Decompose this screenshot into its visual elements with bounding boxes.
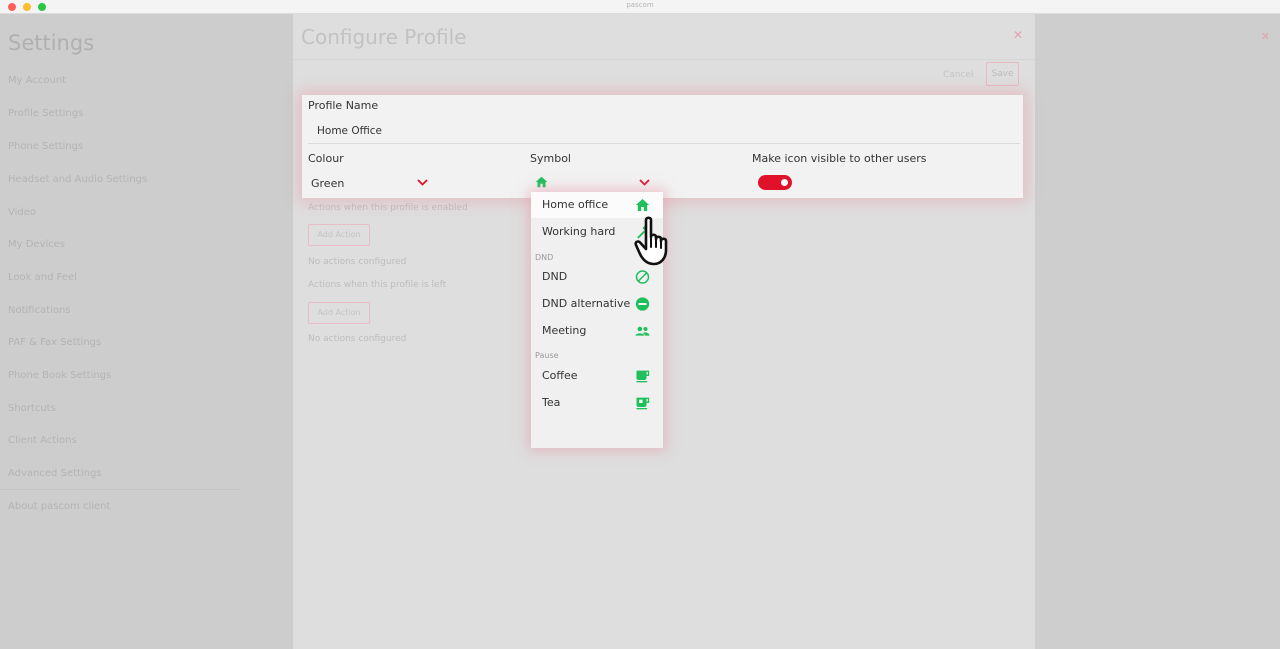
symbol-option-coffee[interactable]: Coffee bbox=[531, 363, 663, 389]
sidebar-item-phone-settings[interactable]: Phone Settings bbox=[8, 141, 83, 152]
colour-chevron-down-icon[interactable] bbox=[416, 178, 429, 187]
symbol-option-meeting[interactable]: Meeting bbox=[531, 318, 663, 344]
no-actions-enabled-text: No actions configured bbox=[308, 257, 407, 267]
settings-sidebar: Settings My Account Profile Settings Pho… bbox=[0, 14, 293, 649]
add-action-enabled-button[interactable]: Add Action bbox=[308, 224, 370, 246]
actions-enabled-label: Actions when this profile is enabled bbox=[308, 203, 468, 213]
cancel-button[interactable]: Cancel bbox=[943, 70, 974, 80]
window-title: pascom bbox=[626, 1, 654, 9]
tea-cup-icon bbox=[636, 397, 650, 410]
profile-name-label: Profile Name bbox=[308, 99, 379, 112]
home-icon bbox=[635, 199, 650, 211]
symbol-option-dnd-alternative[interactable]: DND alternative bbox=[531, 291, 663, 317]
minus-circle-icon bbox=[635, 297, 650, 311]
sidebar-item-my-account[interactable]: My Account bbox=[8, 75, 66, 86]
sidebar-item-about[interactable]: About pascom client bbox=[8, 501, 110, 512]
sidebar-item-headset-audio[interactable]: Headset and Audio Settings bbox=[8, 174, 147, 185]
sidebar-item-advanced[interactable]: Advanced Settings bbox=[8, 468, 102, 479]
sidebar-item-paf-fax[interactable]: PAF & Fax Settings bbox=[8, 337, 101, 348]
home-icon[interactable] bbox=[534, 175, 549, 189]
sidebar-item-phone-book[interactable]: Phone Book Settings bbox=[8, 370, 111, 381]
sidebar-item-profile-settings[interactable]: Profile Settings bbox=[8, 108, 83, 119]
window-titlebar: pascom bbox=[0, 0, 1280, 14]
profile-name-underline bbox=[308, 143, 1020, 144]
dialog-close-icon[interactable]: ✕ bbox=[1013, 28, 1023, 42]
sidebar-item-client-actions[interactable]: Client Actions bbox=[8, 435, 77, 446]
actions-left-label: Actions when this profile is left bbox=[308, 280, 447, 290]
colour-label: Colour bbox=[308, 152, 344, 165]
colour-select[interactable]: Green bbox=[311, 177, 344, 190]
background-panel: ✕ bbox=[1035, 14, 1280, 649]
sidebar-item-shortcuts[interactable]: Shortcuts bbox=[8, 403, 56, 414]
no-actions-left-text: No actions configured bbox=[308, 334, 407, 344]
profile-form-card: Profile Name Home Office Colour Green Sy… bbox=[302, 95, 1023, 198]
sidebar-item-video[interactable]: Video bbox=[8, 207, 36, 218]
sidebar-title: Settings bbox=[8, 31, 95, 55]
symbol-option-tea[interactable]: Tea bbox=[531, 390, 663, 416]
symbol-chevron-down-icon[interactable] bbox=[638, 178, 651, 187]
sidebar-item-my-devices[interactable]: My Devices bbox=[8, 239, 65, 250]
sidebar-item-notifications[interactable]: Notifications bbox=[8, 305, 71, 316]
profile-name-input[interactable]: Home Office bbox=[317, 125, 382, 137]
close-icon[interactable]: ✕ bbox=[1261, 30, 1270, 43]
coffee-cup-icon bbox=[636, 370, 650, 383]
sidebar-item-look-and-feel[interactable]: Look and Feel bbox=[8, 272, 77, 283]
add-action-left-button[interactable]: Add Action bbox=[308, 302, 370, 324]
people-icon bbox=[635, 326, 650, 336]
dialog-header-divider bbox=[293, 59, 1035, 60]
symbol-label: Symbol bbox=[530, 152, 571, 165]
dnd-group-label: DND bbox=[535, 253, 554, 262]
visible-to-others-label: Make icon visible to other users bbox=[752, 152, 927, 165]
hand-pointer-cursor-icon bbox=[634, 216, 668, 266]
do-not-disturb-icon bbox=[635, 270, 650, 284]
toggle-knob bbox=[781, 179, 788, 186]
sidebar-divider bbox=[0, 489, 240, 490]
visible-to-others-toggle[interactable] bbox=[758, 175, 792, 190]
pause-group-label: Pause bbox=[535, 351, 559, 360]
dialog-title: Configure Profile bbox=[301, 25, 467, 49]
save-button[interactable]: Save bbox=[986, 62, 1019, 86]
